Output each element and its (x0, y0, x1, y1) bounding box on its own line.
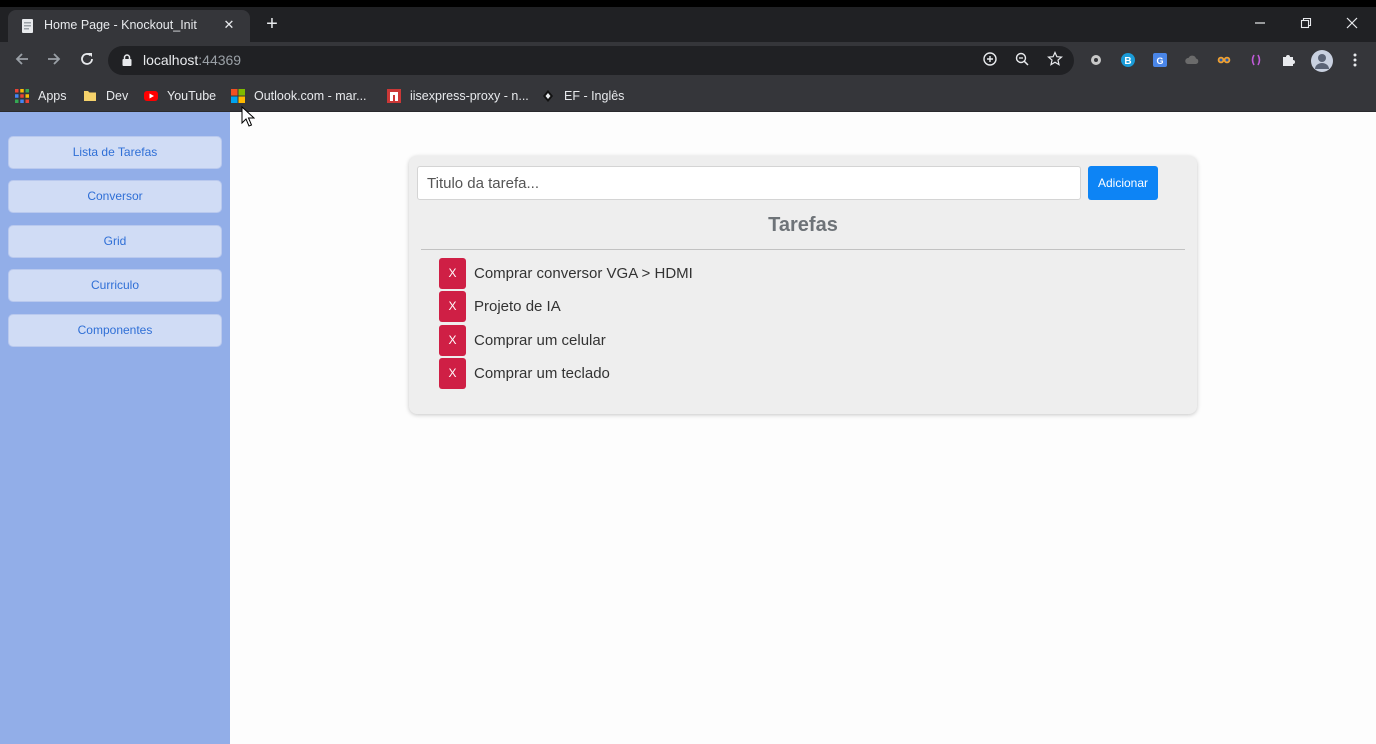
b-extension-icon[interactable]: B (1119, 52, 1137, 70)
sidebar-item-curriculo[interactable]: Curriculo (8, 269, 222, 302)
sidebar: Lista de Tarefas Conversor Grid Curricul… (0, 112, 230, 744)
bookmark-apps[interactable]: Apps (14, 86, 67, 106)
task-card: Adicionar Tarefas X Comprar conversor VG… (409, 156, 1197, 414)
lock-icon[interactable] (120, 53, 134, 67)
puzzle-extensions-icon[interactable] (1279, 52, 1297, 70)
mouse-cursor-icon (241, 106, 255, 127)
brackets-extension-icon[interactable] (1247, 52, 1265, 70)
new-tab-icon[interactable]: + (262, 14, 282, 34)
page-favicon-icon (22, 19, 33, 33)
url-port: :44369 (198, 52, 242, 68)
bookmark-outlook[interactable]: Outlook.com - mar... (230, 86, 367, 106)
bookmark-star-icon[interactable] (1046, 51, 1064, 69)
delete-task-button[interactable]: X (439, 324, 466, 356)
tab-active[interactable]: Home Page - Knockout_Init ✕ (8, 10, 250, 42)
install-app-icon[interactable] (981, 51, 999, 69)
youtube-icon (144, 91, 158, 101)
url-host: localhost (143, 52, 199, 68)
page-content: Lista de Tarefas Conversor Grid Curricul… (0, 112, 1376, 744)
restore-icon[interactable] (1295, 13, 1317, 35)
list-item: X Comprar um teclado (439, 357, 610, 389)
delete-task-button[interactable]: X (439, 357, 466, 389)
bookmark-youtube[interactable]: YouTube (143, 86, 216, 106)
gear-extension-icon[interactable] (1087, 52, 1105, 70)
translate-extension-icon[interactable]: G (1151, 52, 1169, 70)
profile-avatar-icon[interactable] (1311, 50, 1333, 72)
apps-grid-icon (15, 89, 29, 103)
back-icon[interactable] (11, 50, 33, 72)
sidebar-item-conversor[interactable]: Conversor (8, 180, 222, 213)
ef-icon (543, 90, 553, 102)
browser-toolbar: localhost:44369 B G (0, 42, 1376, 79)
task-label: Comprar um celular (474, 331, 606, 349)
zoom-icon[interactable] (1013, 51, 1031, 69)
bookmarks-bar: Apps Dev YouTube Outlook.com - mar... ii… (0, 79, 1376, 112)
add-task-button[interactable]: Adicionar (1088, 166, 1158, 200)
sidebar-item-grid[interactable]: Grid (8, 225, 222, 258)
task-label: Projeto de IA (474, 297, 561, 315)
owl-extension-icon[interactable] (1215, 52, 1233, 70)
url-text: localhost:44369 (143, 52, 241, 68)
bookmark-label: EF - Inglês (564, 89, 625, 103)
svg-text:G: G (1156, 56, 1163, 66)
close-tab-icon[interactable]: ✕ (220, 16, 238, 34)
tab-strip: Home Page - Knockout_Init ✕ + (0, 7, 1376, 42)
task-label: Comprar conversor VGA > HDMI (474, 264, 693, 282)
delete-task-button[interactable]: X (439, 290, 466, 322)
microsoft-icon (231, 89, 245, 103)
bookmark-label: YouTube (167, 89, 217, 103)
forward-icon[interactable] (43, 50, 65, 72)
close-window-icon[interactable] (1341, 13, 1363, 35)
tasks-heading: Tarefas (768, 214, 838, 236)
bookmark-label: Outlook.com - mar... (254, 89, 367, 103)
reload-icon[interactable] (76, 50, 98, 72)
bookmark-label: Apps (38, 89, 67, 103)
bookmark-dev[interactable]: Dev (82, 86, 128, 106)
delete-task-button[interactable]: X (439, 257, 466, 289)
task-label: Comprar um teclado (474, 364, 610, 382)
minimize-icon[interactable] (1249, 13, 1271, 35)
bookmark-label: iisexpress-proxy - n... (410, 89, 529, 103)
divider (421, 249, 1185, 250)
task-title-input[interactable] (417, 166, 1081, 200)
cloud-extension-icon[interactable] (1183, 52, 1201, 70)
sidebar-item-lista-de-tarefas[interactable]: Lista de Tarefas (8, 136, 222, 169)
browser-window: Home Page - Knockout_Init ✕ + localhost:… (0, 7, 1376, 744)
list-item: X Projeto de IA (439, 290, 561, 322)
bookmark-ef[interactable]: EF - Inglês (540, 86, 624, 106)
bookmark-iisexpress[interactable]: iisexpress-proxy - n... (386, 86, 529, 106)
list-item: X Comprar um celular (439, 324, 606, 356)
sidebar-item-componentes[interactable]: Componentes (8, 314, 222, 347)
svg-text:B: B (1124, 56, 1131, 67)
list-item: X Comprar conversor VGA > HDMI (439, 257, 693, 289)
address-bar[interactable]: localhost:44369 (108, 46, 1074, 75)
npm-icon (387, 89, 401, 103)
tab-title: Home Page - Knockout_Init (44, 18, 197, 32)
more-menu-icon[interactable] (1346, 52, 1364, 70)
bookmark-label: Dev (106, 89, 129, 103)
folder-icon (84, 91, 96, 101)
